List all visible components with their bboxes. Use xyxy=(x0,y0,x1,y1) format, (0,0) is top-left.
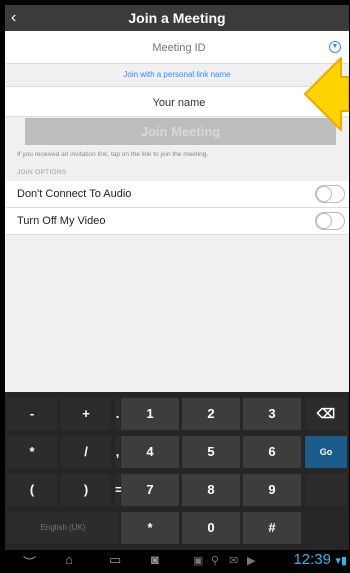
key-close-paren[interactable]: ) xyxy=(61,474,111,506)
section-title: JOIN OPTIONS xyxy=(17,169,67,176)
name-input[interactable] xyxy=(5,87,349,118)
clock: 12:39 xyxy=(293,551,331,568)
key-open-paren[interactable]: ( xyxy=(7,474,57,506)
arrow-annotation-icon xyxy=(304,57,349,131)
key-slash[interactable]: / xyxy=(61,436,111,468)
go-key[interactable]: Go xyxy=(305,436,347,468)
key-star[interactable]: * xyxy=(7,436,57,468)
wifi-battery-icon: ▾▮ xyxy=(335,555,347,567)
title-bar: ‹ Join a Meeting xyxy=(5,5,349,31)
key-1[interactable]: 1 xyxy=(121,398,179,430)
chevron-down-icon[interactable]: ▼ xyxy=(329,41,341,53)
option-dont-connect-audio[interactable]: Don't Connect To Audio xyxy=(5,181,349,208)
audio-toggle[interactable] xyxy=(315,185,345,203)
personal-link-button[interactable]: Join with a personal link name xyxy=(5,64,349,86)
toggle-knob xyxy=(316,186,332,202)
screenshot-icon[interactable]: ◙ xyxy=(151,552,159,567)
key-4[interactable]: 4 xyxy=(121,436,179,468)
meeting-id-row: ▼ xyxy=(5,31,349,64)
key-7[interactable]: 7 xyxy=(121,474,179,506)
mail-icon: ✉ xyxy=(229,555,239,567)
video-toggle[interactable] xyxy=(315,212,345,230)
key-equals[interactable]: = xyxy=(115,474,123,506)
key-2[interactable]: 2 xyxy=(182,398,240,430)
key-5[interactable]: 5 xyxy=(182,436,240,468)
join-meeting-button[interactable]: Join Meeting xyxy=(25,118,336,145)
system-nav-bar: ︶ ⌂ ▭ ◙ ▣ ⚲ ✉ ▶ 12:39 ▾▮ xyxy=(5,550,349,572)
key-dot[interactable]: . xyxy=(115,398,120,430)
toggle-knob xyxy=(316,213,332,229)
key-9[interactable]: 9 xyxy=(243,474,301,506)
usb-icon: ⚲ xyxy=(211,555,220,567)
key-empty[interactable] xyxy=(305,474,347,506)
key-0[interactable]: 0 xyxy=(182,512,240,544)
key-3[interactable]: 3 xyxy=(243,398,301,430)
language-key[interactable]: English (UK) xyxy=(7,512,119,544)
key-minus[interactable]: - xyxy=(7,398,57,430)
backspace-key[interactable]: ⌫ xyxy=(305,398,347,430)
key-6[interactable]: 6 xyxy=(243,436,301,468)
key-8[interactable]: 8 xyxy=(182,474,240,506)
recent-apps-icon[interactable]: ▭ xyxy=(109,552,121,568)
option-label: Turn Off My Video xyxy=(17,215,106,227)
meeting-id-input[interactable] xyxy=(5,31,349,64)
invitation-hint: If you received an invitation link, tap … xyxy=(17,151,209,158)
key-hash[interactable]: # xyxy=(243,512,301,544)
key-comma[interactable]: , xyxy=(115,436,120,468)
home-icon[interactable]: ⌂ xyxy=(65,552,73,567)
name-row xyxy=(5,86,349,118)
play-icon: ▶ xyxy=(247,555,256,567)
device-frame: ‹ Join a Meeting ▼ Join with a personal … xyxy=(0,0,350,573)
option-turn-off-video[interactable]: Turn Off My Video xyxy=(5,208,349,235)
key-asterisk[interactable]: * xyxy=(121,512,179,544)
numeric-keyboard: - + . 1 2 3 ⌫ * / , 4 5 6 Go ( ) = 7 8 9… xyxy=(5,392,349,550)
screen: ‹ Join a Meeting ▼ Join with a personal … xyxy=(5,5,349,572)
key-plus[interactable]: + xyxy=(61,398,111,430)
page-title: Join a Meeting xyxy=(128,10,226,26)
back-nav-icon[interactable]: ︶ xyxy=(23,552,36,571)
option-label: Don't Connect To Audio xyxy=(17,188,132,200)
gallery-icon: ▣ xyxy=(193,555,204,567)
